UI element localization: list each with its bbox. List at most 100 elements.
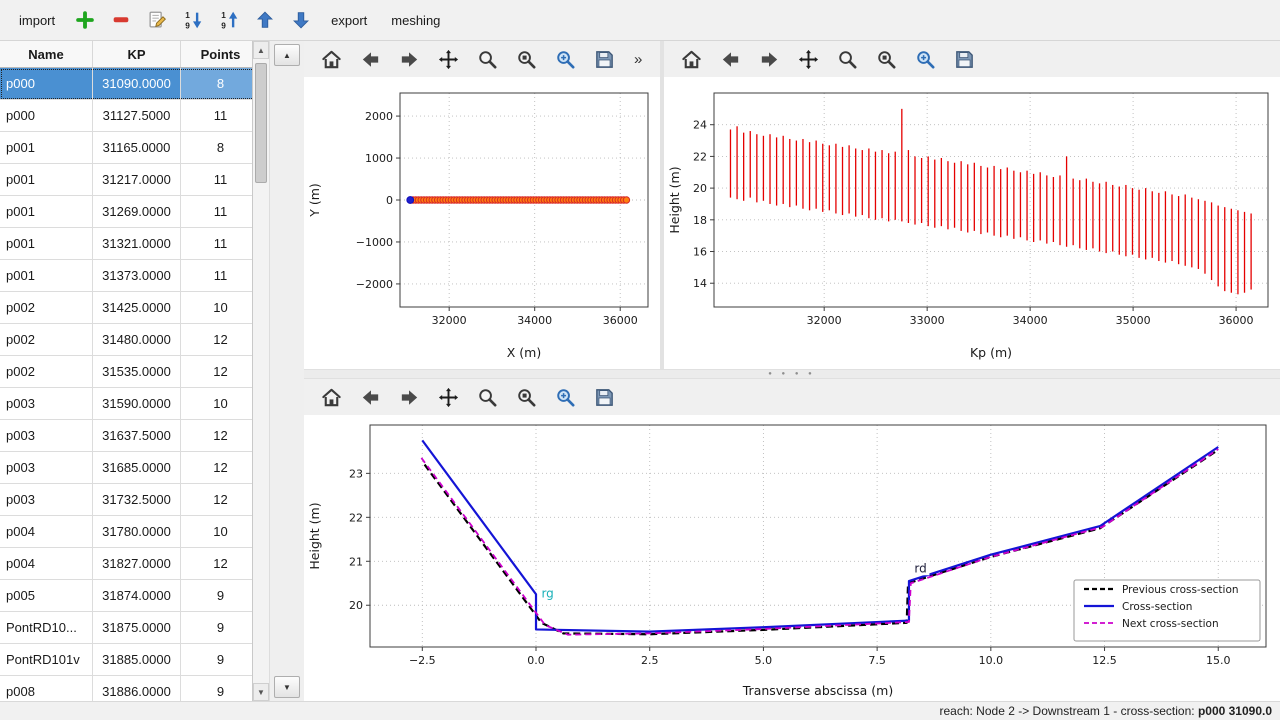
zoom-region-button[interactable] bbox=[552, 384, 578, 410]
scrollbar-track[interactable] bbox=[253, 59, 269, 683]
table-row[interactable]: p00131269.000011 bbox=[0, 196, 253, 228]
svg-text:Previous cross-section: Previous cross-section bbox=[1122, 584, 1239, 596]
name-cell: p000 bbox=[0, 68, 93, 100]
status-cross-section: p000 31090.0 bbox=[1198, 704, 1272, 718]
svg-text:10.0: 10.0 bbox=[979, 654, 1004, 667]
column-header-name[interactable]: Name bbox=[0, 41, 93, 68]
zoom-info-button[interactable] bbox=[513, 46, 539, 72]
forward-button[interactable] bbox=[396, 384, 422, 410]
table-header-row: Name KP Points bbox=[0, 41, 253, 68]
table-row[interactable]: p00131165.00008 bbox=[0, 132, 253, 164]
save-button[interactable] bbox=[951, 46, 977, 72]
save-button[interactable] bbox=[591, 46, 617, 72]
sort-descending-button[interactable]: 1 9 bbox=[178, 5, 208, 35]
table-row[interactable]: PontRD101v31885.00009 bbox=[0, 644, 253, 676]
kp-cell: 31685.0000 bbox=[93, 452, 181, 484]
longitudinal-profile-chart[interactable]: 3200033000340003500036000141618202224Kp … bbox=[664, 77, 1280, 365]
move-down-button[interactable] bbox=[286, 5, 316, 35]
toolbar-overflow-button[interactable]: » bbox=[630, 51, 646, 68]
svg-text:−2.5: −2.5 bbox=[409, 654, 436, 667]
table-row[interactable]: p00231480.000012 bbox=[0, 324, 253, 356]
sort-ascending-button[interactable]: 1 9 bbox=[214, 5, 244, 35]
pan-button[interactable] bbox=[435, 46, 461, 72]
remove-cross-section-button[interactable] bbox=[106, 5, 136, 35]
name-cell: p004 bbox=[0, 548, 93, 580]
pane-scroll-up-button[interactable]: ▲ bbox=[274, 44, 300, 66]
table-row[interactable]: p00131217.000011 bbox=[0, 164, 253, 196]
move-up-button[interactable] bbox=[250, 5, 280, 35]
save-button[interactable] bbox=[591, 384, 617, 410]
zoom-region-button[interactable] bbox=[912, 46, 938, 72]
table-row[interactable]: p00131321.000011 bbox=[0, 228, 253, 260]
table-row[interactable]: p00131373.000011 bbox=[0, 260, 253, 292]
plus-icon bbox=[74, 9, 96, 31]
scrollbar-up-arrow[interactable]: ▲ bbox=[253, 41, 269, 59]
table-row[interactable]: p00331590.000010 bbox=[0, 388, 253, 420]
back-button[interactable] bbox=[357, 46, 383, 72]
svg-text:34000: 34000 bbox=[1013, 314, 1048, 327]
plan-view-panel: » 320003400036000−2000−1000010002000X (m… bbox=[304, 41, 660, 369]
column-header-kp[interactable]: KP bbox=[93, 41, 181, 68]
scrollbar-thumb[interactable] bbox=[255, 63, 267, 183]
points-cell: 12 bbox=[181, 452, 254, 484]
zoom-button[interactable] bbox=[474, 384, 500, 410]
plan-view-chart[interactable]: 320003400036000−2000−1000010002000X (m)Y… bbox=[304, 77, 660, 365]
table-row[interactable]: p00331685.000012 bbox=[0, 452, 253, 484]
pan-button[interactable] bbox=[795, 46, 821, 72]
points-cell: 9 bbox=[181, 676, 254, 702]
add-cross-section-button[interactable] bbox=[70, 5, 100, 35]
svg-text:7.5: 7.5 bbox=[868, 654, 886, 667]
meshing-button[interactable]: meshing bbox=[382, 8, 449, 33]
table-row[interactable]: p00231535.000012 bbox=[0, 356, 253, 388]
table-row[interactable]: p00231425.000010 bbox=[0, 292, 253, 324]
svg-text:1: 1 bbox=[185, 11, 190, 20]
scrollbar-down-arrow[interactable]: ▼ bbox=[253, 683, 269, 701]
table-row[interactable]: p00331732.500012 bbox=[0, 484, 253, 516]
zoom-button[interactable] bbox=[474, 46, 500, 72]
cross-section-chart[interactable]: −2.50.02.55.07.510.012.515.020212223Tran… bbox=[304, 415, 1280, 703]
table-row[interactable]: PontRD10...31875.00009 bbox=[0, 612, 253, 644]
forward-button[interactable] bbox=[396, 46, 422, 72]
points-cell: 10 bbox=[181, 292, 254, 324]
points-cell: 10 bbox=[181, 516, 254, 548]
home-button[interactable] bbox=[678, 46, 704, 72]
kp-cell: 31732.5000 bbox=[93, 484, 181, 516]
forward-button[interactable] bbox=[756, 46, 782, 72]
table-row[interactable]: p00331637.500012 bbox=[0, 420, 253, 452]
back-button[interactable] bbox=[717, 46, 743, 72]
pan-icon bbox=[797, 48, 820, 71]
home-button[interactable] bbox=[318, 384, 344, 410]
column-header-points[interactable]: Points bbox=[181, 41, 254, 68]
zoom-region-button[interactable] bbox=[552, 46, 578, 72]
name-cell: p001 bbox=[0, 260, 93, 292]
zoom-info-button[interactable] bbox=[513, 384, 539, 410]
table-row[interactable]: p00031127.500011 bbox=[0, 100, 253, 132]
table-scrollbar[interactable]: ▲ ▼ bbox=[253, 41, 270, 701]
name-cell: PontRD10... bbox=[0, 612, 93, 644]
export-button[interactable]: export bbox=[322, 8, 376, 33]
zoom-button[interactable] bbox=[834, 46, 860, 72]
pan-icon bbox=[437, 386, 460, 409]
cross-section-plot-toolbar bbox=[304, 379, 1280, 415]
kp-cell: 31827.0000 bbox=[93, 548, 181, 580]
table-row[interactable]: p00831886.00009 bbox=[0, 676, 253, 702]
pane-scroll-down-button[interactable]: ▼ bbox=[274, 676, 300, 698]
svg-text:0: 0 bbox=[386, 194, 393, 207]
table-row[interactable]: p00431827.000012 bbox=[0, 548, 253, 580]
zoom-info-button[interactable] bbox=[873, 46, 899, 72]
plan-plot-toolbar: » bbox=[304, 41, 660, 77]
table-row[interactable]: p00531874.00009 bbox=[0, 580, 253, 612]
horizontal-splitter[interactable]: ● ● ● ● bbox=[304, 369, 1280, 379]
import-button[interactable]: import bbox=[10, 8, 64, 33]
svg-text:Height (m): Height (m) bbox=[667, 166, 682, 233]
home-button[interactable] bbox=[318, 46, 344, 72]
name-cell: p000 bbox=[0, 100, 93, 132]
home-icon bbox=[320, 48, 343, 71]
pan-button[interactable] bbox=[435, 384, 461, 410]
back-button[interactable] bbox=[357, 384, 383, 410]
svg-text:rd: rd bbox=[914, 561, 926, 575]
edit-cross-section-button[interactable] bbox=[142, 5, 172, 35]
name-cell: p003 bbox=[0, 484, 93, 516]
table-row[interactable]: p00031090.00008 bbox=[0, 68, 253, 100]
table-row[interactable]: p00431780.000010 bbox=[0, 516, 253, 548]
